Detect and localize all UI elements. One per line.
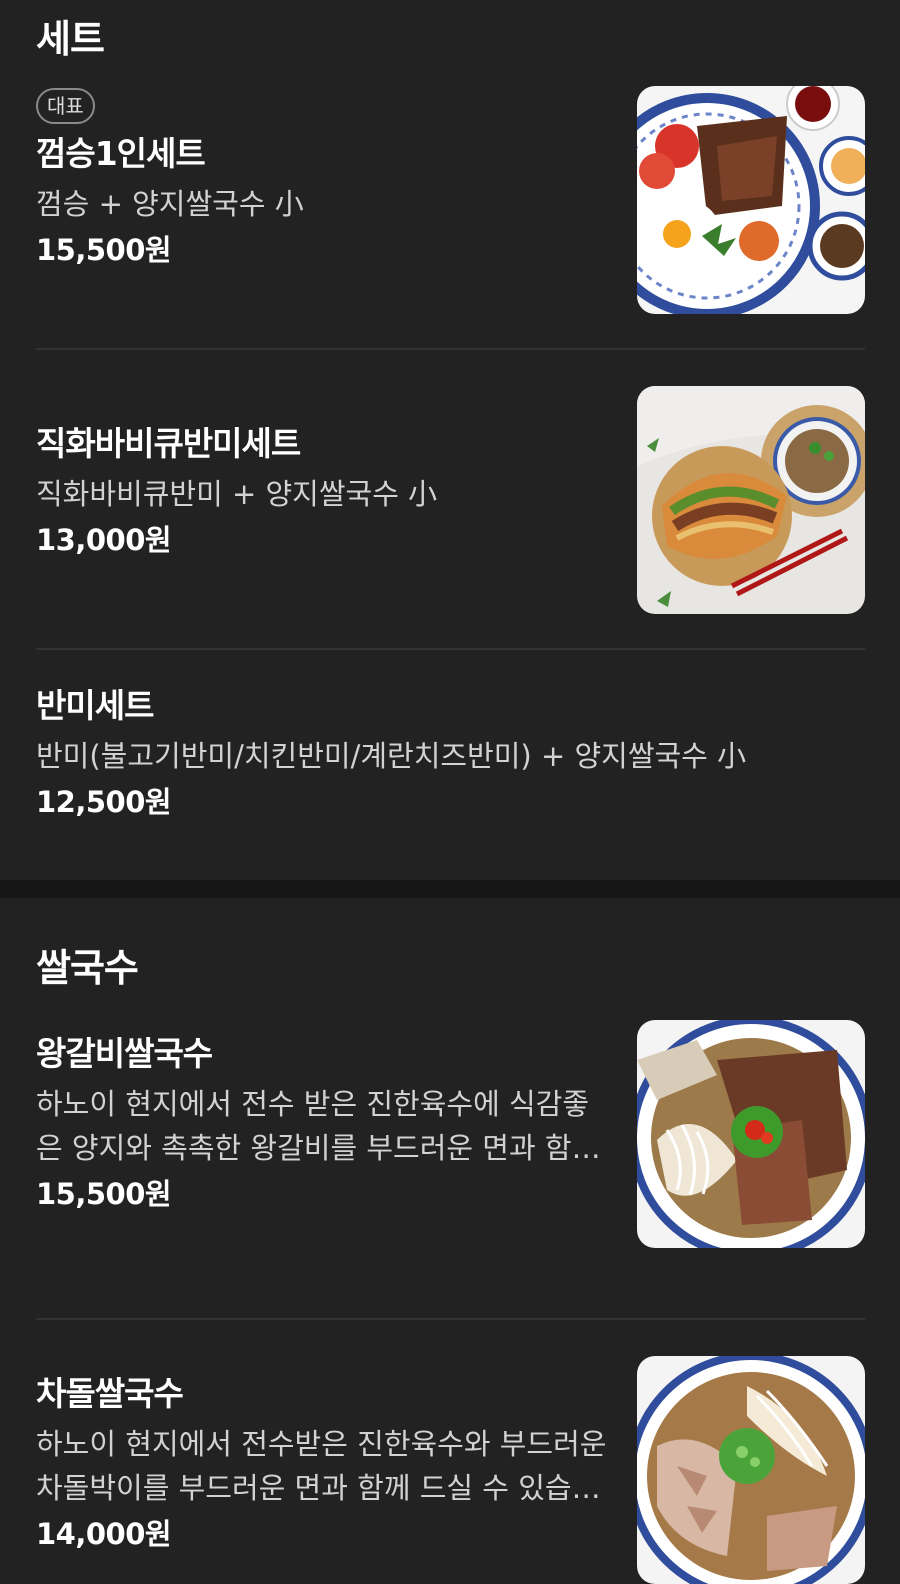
menu-item-description: 껌승 + 양지쌀국수 小: [36, 187, 304, 221]
section-divider: [0, 880, 900, 898]
banh-mi-set-photo[interactable]: [637, 386, 865, 614]
menu-item-name: 직화바비큐반미세트: [36, 424, 301, 463]
menu-item-name: 껌승1인세트: [36, 134, 206, 173]
menu-item-description: 하노이 현지에서 전수 받은 진한육수에 식감좋은 양지와 촉촉한 왕갈비를 부…: [36, 1087, 599, 1165]
signature-badge: 대표: [36, 88, 95, 124]
menu-item-price: 15,500원: [36, 233, 172, 267]
galbi-pho-photo[interactable]: [637, 1020, 865, 1248]
menu-item-info: 반미세트 반미(불고기반미/치킨반미/계란치즈반미) + 양지쌀국수 小 12,…: [36, 684, 865, 822]
menu-item-brisket-pho[interactable]: 차돌쌀국수 하노이 현지에서 전수받은 진한육수와 부드러운 차돌박이를 부드러…: [36, 1320, 865, 1584]
menu-section-set: 세트 대표 껌승1인세트 껌승 + 양지쌀국수 小 15,500원 직화바비큐반…: [0, 0, 900, 880]
menu-item-bbq-banh-mi-set[interactable]: 직화바비큐반미세트 직화바비큐반미 + 양지쌀국수 小 13,000원: [36, 350, 865, 650]
banh-mi-image: [637, 386, 865, 614]
brisket-pho-photo[interactable]: [637, 1356, 865, 1584]
section-title: 쌀국수: [36, 946, 139, 990]
menu-item-price: 15,500원: [36, 1177, 172, 1211]
menu-item-description: 직화바비큐반미 + 양지쌀국수 小: [36, 477, 438, 511]
menu-item-description: 하노이 현지에서 전수받은 진한육수와 부드러운 차돌박이를 부드러운 면과 함…: [36, 1427, 607, 1505]
menu-item-name: 반미세트: [36, 686, 154, 725]
menu-item-info: 왕갈비쌀국수 하노이 현지에서 전수 받은 진한육수에 식감좋은 양지와 촉촉한…: [36, 1018, 637, 1214]
menu-item-name: 왕갈비쌀국수: [36, 1034, 213, 1073]
galbi-pho-image: [637, 1020, 865, 1248]
menu-item-info: 직화바비큐반미세트 직화바비큐반미 + 양지쌀국수 小 13,000원: [36, 386, 637, 560]
menu-item-banh-mi-set[interactable]: 반미세트 반미(불고기반미/치킨반미/계란치즈반미) + 양지쌀국수 小 12,…: [36, 650, 865, 880]
menu-item-name: 차돌쌀국수: [36, 1374, 184, 1413]
menu-item-price: 12,500원: [36, 785, 172, 819]
menu-item-description: 반미(불고기반미/치킨반미/계란치즈반미) + 양지쌀국수 小: [36, 739, 747, 773]
brisket-pho-image: [637, 1356, 865, 1584]
menu-item-info: 차돌쌀국수 하노이 현지에서 전수받은 진한육수와 부드러운 차돌박이를 부드러…: [36, 1356, 637, 1554]
com-tam-set-photo[interactable]: [637, 86, 865, 314]
menu-item-galbi-pho[interactable]: 왕갈비쌀국수 하노이 현지에서 전수 받은 진한육수에 식감좋은 양지와 촉촉한…: [36, 1018, 865, 1320]
menu-item-com-tam-set[interactable]: 대표 껌승1인세트 껌승 + 양지쌀국수 小 15,500원: [36, 84, 865, 350]
menu-item-price: 14,000원: [36, 1517, 172, 1551]
menu-item-price: 13,000원: [36, 523, 172, 557]
menu-section-pho: 쌀국수 왕갈비쌀국수 하노이 현지에서 전수 받은 진한육수에 식감좋은 양지와…: [0, 898, 900, 1584]
com-tam-plate-image: [637, 86, 865, 314]
section-title: 세트: [36, 17, 105, 61]
menu-item-info: 대표 껌승1인세트 껌승 + 양지쌀국수 小 15,500원: [36, 84, 637, 270]
